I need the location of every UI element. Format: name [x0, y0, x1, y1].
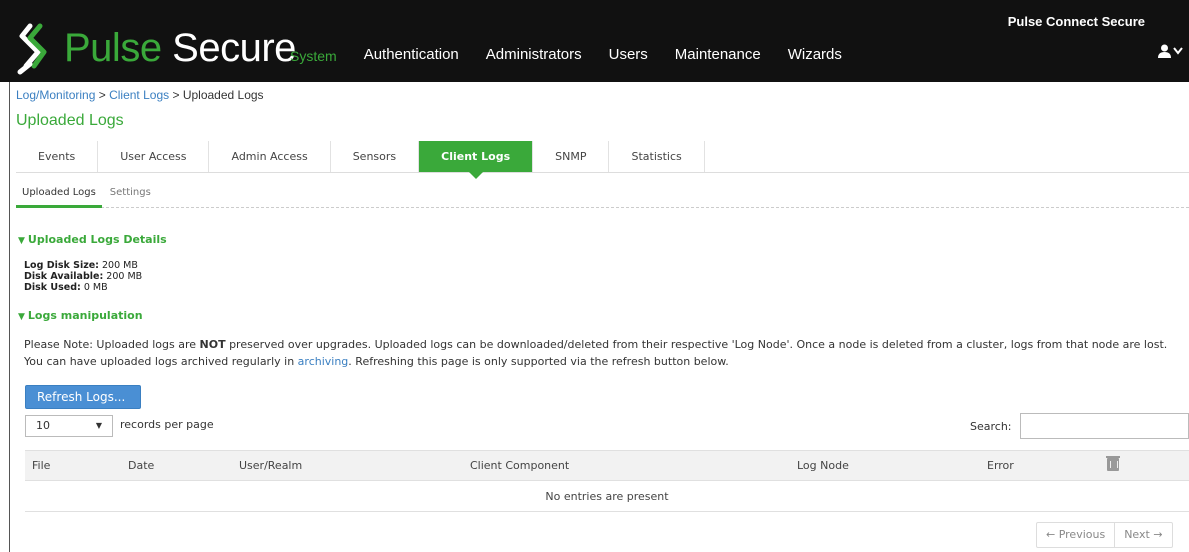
tab-sensors[interactable]: Sensors	[331, 141, 420, 172]
tab-snmp[interactable]: SNMP	[533, 141, 610, 172]
column-header-user-realm[interactable]: User/Realm	[232, 450, 463, 481]
brand-part-pulse: Pulse	[64, 26, 162, 70]
tab-events[interactable]: Events	[16, 141, 99, 172]
breadcrumb-client-logs[interactable]: Client Logs	[109, 88, 169, 102]
chevron-down-icon: ▼	[18, 312, 25, 322]
column-header-date[interactable]: Date	[121, 450, 232, 481]
page-title: Uploaded Logs	[16, 112, 124, 129]
column-header-client-component[interactable]: Client Component	[463, 450, 790, 481]
log-disk-size-label: Log Disk Size:	[24, 260, 99, 271]
column-header-file[interactable]: File	[25, 450, 121, 481]
nav-administrators[interactable]: Administrators	[486, 46, 582, 64]
column-header-delete[interactable]	[1100, 450, 1189, 481]
records-per-page-value: 10	[36, 419, 50, 432]
main-nav: System Authentication Administrators Use…	[290, 46, 869, 64]
column-header-error[interactable]: Error	[980, 450, 1100, 481]
nav-users[interactable]: Users	[609, 46, 648, 64]
user-menu[interactable]	[1158, 44, 1183, 58]
tab-bar: Events User Access Admin Access Sensors …	[16, 141, 1189, 179]
note-bold: NOT	[199, 338, 226, 351]
table-header-row: File Date User/Realm Client Component Lo…	[25, 450, 1189, 481]
disk-used: Disk Used: 0 MB	[24, 282, 108, 293]
search-input[interactable]	[1020, 413, 1189, 439]
breadcrumb-separator: >	[169, 88, 183, 102]
subtab-uploaded-logs[interactable]: Uploaded Logs	[16, 184, 102, 208]
previous-page-button[interactable]: ← Previous	[1037, 523, 1114, 547]
page-frame-border	[9, 82, 10, 552]
user-icon	[1158, 44, 1171, 58]
chevron-down-icon	[1173, 47, 1183, 55]
nav-wizards[interactable]: Wizards	[788, 46, 842, 64]
log-disk-size: Log Disk Size: 200 MB	[24, 260, 138, 271]
breadcrumb: Log/Monitoring > Client Logs > Uploaded …	[16, 88, 264, 102]
nav-authentication[interactable]: Authentication	[364, 46, 459, 64]
trash-icon[interactable]	[1106, 455, 1120, 471]
section-heading-text: Uploaded Logs Details	[27, 233, 167, 246]
disk-used-label: Disk Used:	[24, 282, 81, 293]
table-row: No entries are present	[25, 480, 1189, 512]
disk-available: Disk Available: 200 MB	[24, 271, 142, 282]
upgrade-note: Please Note: Uploaded logs are NOT prese…	[24, 336, 1184, 370]
subtab-bar: Uploaded Logs Settings	[16, 184, 1189, 208]
uploaded-logs-table: File Date User/Realm Client Component Lo…	[25, 450, 1189, 512]
nav-system[interactable]: System	[290, 48, 337, 64]
records-per-page-label: records per page	[120, 418, 214, 431]
pulse-secure-logo-icon	[17, 23, 47, 75]
note-text: Please Note: Uploaded logs are	[24, 338, 200, 351]
breadcrumb-log-monitoring[interactable]: Log/Monitoring	[16, 88, 95, 102]
refresh-logs-button[interactable]: Refresh Logs...	[25, 385, 141, 409]
section-heading-text: Logs manipulation	[27, 309, 143, 322]
disk-available-label: Disk Available:	[24, 271, 104, 282]
product-name: Pulse Connect Secure	[1007, 14, 1145, 29]
records-per-page-select[interactable]: 10 ▼	[25, 415, 113, 437]
tab-admin-access[interactable]: Admin Access	[209, 141, 331, 172]
disk-available-value: 200 MB	[103, 271, 143, 282]
top-header: Pulse Secure System Authentication Admin…	[0, 0, 1189, 82]
chevron-down-icon: ▼	[18, 236, 25, 246]
brand-name: Pulse Secure	[64, 26, 296, 71]
archiving-link[interactable]: archiving	[298, 355, 349, 368]
section-uploaded-logs-details[interactable]: ▼ Uploaded Logs Details	[18, 233, 167, 246]
tab-client-logs[interactable]: Client Logs	[419, 141, 534, 179]
nav-maintenance[interactable]: Maintenance	[675, 46, 761, 64]
section-logs-manipulation[interactable]: ▼ Logs manipulation	[18, 309, 143, 322]
column-header-log-node[interactable]: Log Node	[790, 450, 980, 481]
breadcrumb-separator: >	[95, 88, 110, 102]
tab-statistics[interactable]: Statistics	[609, 141, 705, 172]
search-label: Search:	[970, 420, 1012, 433]
tab-user-access[interactable]: User Access	[98, 141, 210, 172]
next-page-button[interactable]: Next →	[1114, 523, 1171, 547]
note-text: . Refreshing this page is only supported…	[348, 355, 729, 368]
log-disk-size-value: 200 MB	[98, 260, 138, 271]
brand-part-secure: Secure	[161, 26, 296, 70]
breadcrumb-current: Uploaded Logs	[182, 88, 264, 102]
empty-table-message: No entries are present	[25, 480, 1189, 512]
caret-down-icon: ▼	[95, 421, 102, 430]
subtab-settings[interactable]: Settings	[104, 184, 157, 207]
pagination: ← Previous Next →	[1036, 522, 1173, 548]
disk-used-value: 0 MB	[80, 282, 108, 293]
